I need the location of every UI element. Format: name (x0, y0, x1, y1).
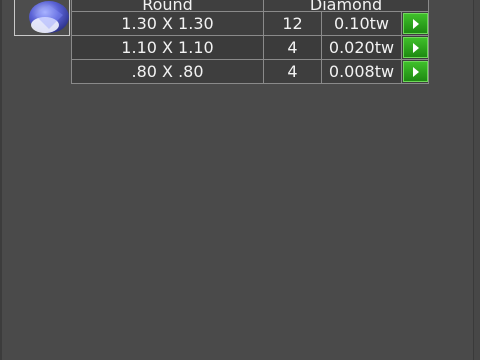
row-action-cell (401, 35, 429, 60)
panel-edge (0, 0, 2, 360)
stone-weight: 0.008tw (321, 59, 402, 84)
stone-weight: 0.10tw (321, 11, 402, 36)
header-diamond: Diamond (263, 0, 429, 13)
stone-details-panel: Round Diamond 1.30 X 1.30 12 0.10tw 1.10… (0, 0, 474, 360)
stone-count: 4 (263, 35, 322, 60)
row-go-button[interactable] (402, 13, 428, 34)
row-action-cell (401, 59, 429, 84)
play-arrow-icon (412, 67, 419, 77)
header-round: Round (71, 0, 264, 13)
gemstone-icon (29, 1, 69, 33)
table-row: .80 X .80 4 0.008tw (71, 59, 429, 84)
stone-size: 1.30 X 1.30 (71, 11, 264, 36)
stone-count: 12 (263, 11, 322, 36)
row-go-button[interactable] (402, 37, 428, 58)
table-row: 1.10 X 1.10 4 0.020tw (71, 35, 429, 60)
gemstone-thumbnail (14, 0, 70, 36)
play-arrow-icon (412, 19, 419, 29)
play-arrow-icon (412, 43, 419, 53)
stone-table: Round Diamond 1.30 X 1.30 12 0.10tw 1.10… (71, 0, 429, 84)
stone-size: 1.10 X 1.10 (71, 35, 264, 60)
stone-count: 4 (263, 59, 322, 84)
row-action-cell (401, 11, 429, 36)
stone-size: .80 X .80 (71, 59, 264, 84)
stone-weight: 0.020tw (321, 35, 402, 60)
table-row: 1.30 X 1.30 12 0.10tw (71, 11, 429, 36)
row-go-button[interactable] (402, 61, 428, 82)
